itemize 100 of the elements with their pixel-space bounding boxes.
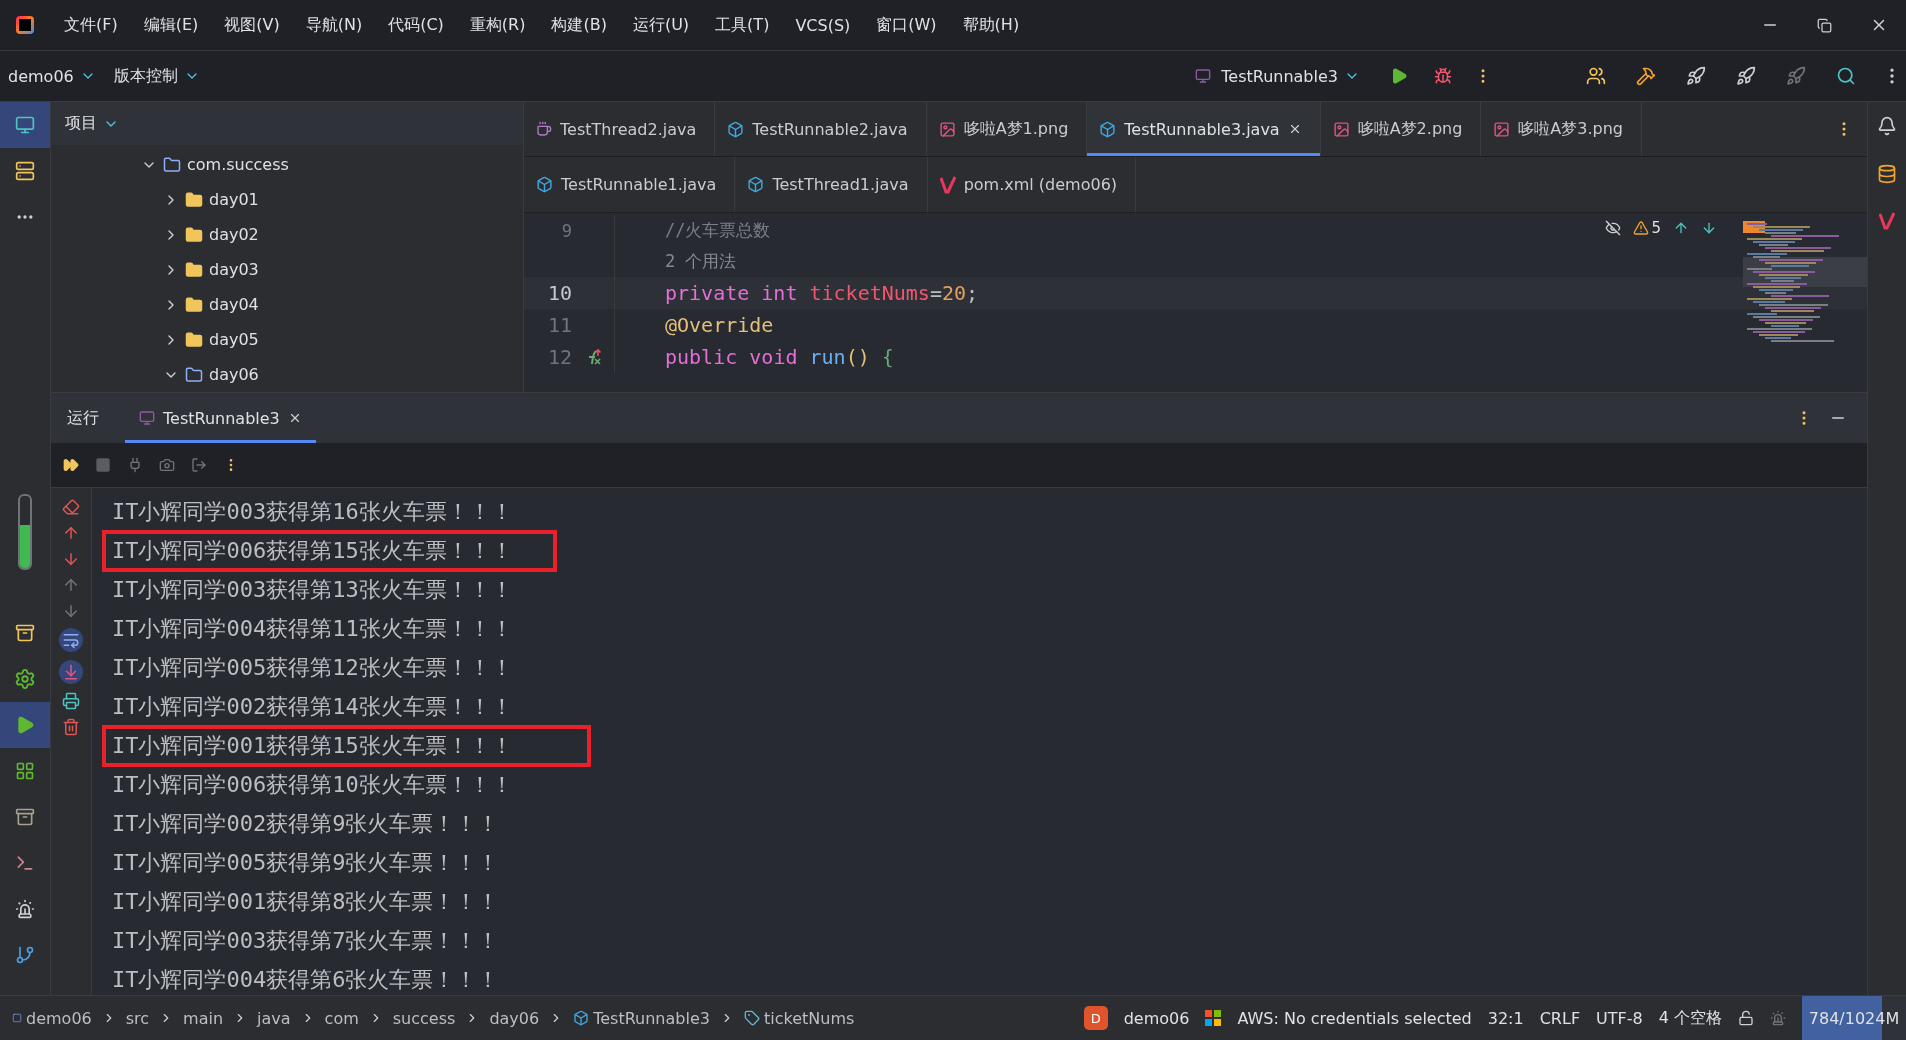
- bug-icon[interactable]: [1434, 67, 1452, 85]
- menu-item[interactable]: 导航(N): [305, 14, 363, 36]
- tree-item[interactable]: day05: [209, 330, 259, 349]
- tree-item[interactable]: day04: [209, 295, 259, 314]
- tree-item[interactable]: day01: [209, 190, 259, 209]
- tree-item[interactable]: day06: [209, 365, 259, 384]
- unlock-icon[interactable]: [1738, 1010, 1754, 1026]
- breadcrumb[interactable]: demo06: [12, 1008, 92, 1028]
- run-tab[interactable]: TestRunnable3: [125, 393, 316, 443]
- tree-item[interactable]: com.success: [187, 155, 289, 174]
- rocket-icon[interactable]: [1686, 66, 1706, 86]
- stop-icon[interactable]: [95, 457, 111, 473]
- console-line: IT小辉同学001获得第8张火车票！！！: [111, 887, 501, 916]
- cube-icon: [727, 120, 745, 138]
- tab-label: 哆啦A梦1.png: [963, 118, 1069, 140]
- arrow-down-icon[interactable]: [62, 602, 80, 620]
- folder-icon: [185, 365, 203, 384]
- search-icon[interactable]: [1836, 66, 1856, 86]
- editor-tab[interactable]: TestThread2.java: [524, 102, 716, 156]
- status-project[interactable]: demo06: [1123, 1008, 1190, 1028]
- editor-tab[interactable]: TestRunnable2.java: [715, 102, 927, 156]
- exit-icon[interactable]: [191, 457, 207, 473]
- breadcrumb[interactable]: success: [392, 1008, 456, 1028]
- run-config-dropdown[interactable]: TestRunnable3: [1221, 66, 1360, 86]
- editor-tab[interactable]: 哆啦A梦2.png: [1320, 102, 1482, 156]
- file-encoding[interactable]: UTF-8: [1596, 1008, 1643, 1028]
- menu-item[interactable]: 代码(C): [388, 14, 444, 36]
- image-icon: [1493, 120, 1511, 138]
- tree-item[interactable]: day03: [209, 260, 259, 279]
- console-line: IT小辉同学005获得第9张火车票！！！: [111, 848, 501, 877]
- console-line: IT小辉同学003获得第16张火车票！！！: [111, 497, 514, 526]
- breadcrumb[interactable]: java: [257, 1008, 291, 1028]
- eye-off-icon[interactable]: [1605, 220, 1622, 236]
- line-ending[interactable]: CRLF: [1539, 1008, 1581, 1028]
- run-icon[interactable]: [1390, 67, 1408, 85]
- menu-item[interactable]: VCS(S): [795, 15, 851, 35]
- console-line: IT小辉同学003获得第7张火车票！！！: [111, 926, 501, 955]
- cube-icon: [747, 176, 765, 193]
- menu-item[interactable]: 工具(T): [715, 14, 770, 36]
- window-icon: [1195, 68, 1212, 84]
- eraser-icon[interactable]: [62, 498, 80, 516]
- folder-icon: [185, 190, 203, 209]
- module-icon: [12, 1013, 22, 1023]
- hammer-icon[interactable]: [1636, 66, 1656, 86]
- menu-item[interactable]: 编辑(E): [143, 14, 199, 36]
- image-icon: [938, 120, 956, 138]
- menu-item[interactable]: 视图(V): [224, 14, 280, 36]
- aws-status[interactable]: AWS: No credentials selected: [1237, 1008, 1472, 1028]
- editor-tab[interactable]: TestThread1.java: [735, 157, 928, 212]
- menu-item[interactable]: 运行(U): [632, 14, 690, 36]
- wrap-icon[interactable]: [59, 628, 83, 652]
- rerun-icon[interactable]: [63, 457, 79, 473]
- restore-icon[interactable]: [1817, 16, 1832, 34]
- memory-gauge-icon: [18, 494, 32, 570]
- project-dropdown[interactable]: demo06: [8, 66, 96, 86]
- plug-icon[interactable]: [127, 457, 143, 473]
- editor-tab[interactable]: 哆啦A梦3.png: [1481, 102, 1642, 156]
- menu-item[interactable]: 窗口(W): [876, 14, 937, 36]
- breadcrumb[interactable]: TestRunnable3: [573, 1008, 710, 1028]
- cube-icon: [573, 1010, 590, 1026]
- folder-icon: [185, 330, 203, 349]
- editor-tab[interactable]: pom.xml (demo06): [927, 157, 1137, 212]
- console-line: IT小辉同学004获得第6张火车票！！！: [111, 965, 501, 994]
- trash-icon[interactable]: [62, 718, 80, 736]
- panel-title[interactable]: 项目: [65, 113, 97, 134]
- line-number: 10: [547, 281, 572, 305]
- indent-setting[interactable]: 4 个空格: [1658, 1007, 1722, 1029]
- warning-icon[interactable]: [1633, 220, 1650, 236]
- folder-icon: [163, 155, 181, 174]
- console-line: IT小辉同学003获得第13张火车票！！！: [111, 575, 514, 604]
- menu-item[interactable]: 文件(F): [64, 14, 118, 36]
- bell-icon[interactable]: [1877, 116, 1897, 136]
- tab-label: TestRunnable2.java: [752, 119, 908, 139]
- rocket-icon[interactable]: [1736, 66, 1756, 86]
- project-icon[interactable]: [0, 102, 50, 148]
- folder-icon: [185, 225, 203, 244]
- panel-title[interactable]: 运行: [67, 407, 99, 429]
- camera-icon[interactable]: [159, 457, 175, 473]
- menu-item[interactable]: 构建(B): [551, 14, 607, 36]
- database-icon[interactable]: [1877, 164, 1897, 184]
- menu-item[interactable]: 重构(R): [469, 14, 526, 36]
- breadcrumb[interactable]: ticketNums: [743, 1008, 855, 1028]
- vcs-dropdown[interactable]: 版本控制: [113, 65, 200, 87]
- maven-icon[interactable]: [1879, 212, 1895, 230]
- cursor-position[interactable]: 32:1: [1487, 1008, 1524, 1028]
- scroll-down-icon[interactable]: [59, 660, 83, 684]
- tab-label: 哆啦A梦3.png: [1518, 118, 1623, 140]
- editor-tab[interactable]: TestRunnable1.java: [524, 157, 736, 212]
- breadcrumb[interactable]: main: [183, 1008, 224, 1028]
- arrow-down-icon[interactable]: [62, 550, 80, 568]
- run-icon[interactable]: [0, 702, 50, 748]
- users-icon[interactable]: [1586, 66, 1606, 86]
- menu-item[interactable]: 帮助(H): [962, 14, 1020, 36]
- breadcrumb[interactable]: day06: [489, 1008, 540, 1028]
- breadcrumb[interactable]: com: [324, 1008, 359, 1028]
- tree-item[interactable]: day02: [209, 225, 259, 244]
- line-number: 9: [561, 220, 572, 241]
- printer-icon[interactable]: [62, 692, 80, 710]
- breadcrumb[interactable]: src: [125, 1008, 150, 1028]
- editor-tab[interactable]: TestRunnable3.java: [1087, 102, 1321, 156]
